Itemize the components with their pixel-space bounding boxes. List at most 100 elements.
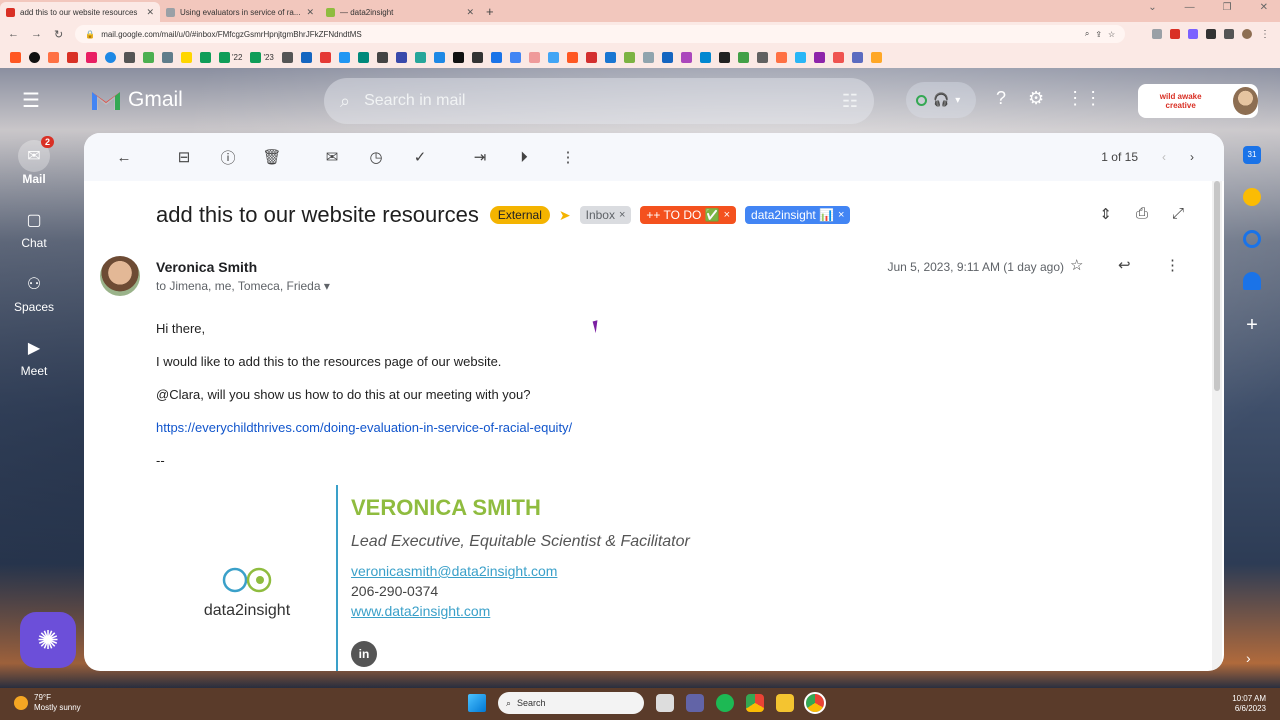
add-to-tasks-icon[interactable]: ✓	[398, 137, 442, 177]
bookmark-icon[interactable]	[29, 51, 40, 63]
star-bookmark-icon[interactable]: ☆	[1108, 30, 1115, 39]
back-to-inbox-icon[interactable]: ←	[102, 137, 146, 177]
open-new-window-icon[interactable]: ⤢	[1172, 205, 1184, 223]
bookmark-icon[interactable]	[281, 51, 293, 63]
chevron-down-icon[interactable]: ▾	[324, 279, 330, 293]
search-input[interactable]: Search in mail	[364, 92, 828, 110]
older-chevron-icon[interactable]: ›	[1190, 150, 1194, 164]
reload-icon[interactable]: ↻	[54, 28, 63, 41]
bookmark-icon[interactable]	[832, 51, 844, 63]
account-badge[interactable]: wild awake creative	[1138, 84, 1258, 118]
close-tab-icon[interactable]: ✕	[146, 7, 154, 18]
status-indicator[interactable]: 🎧 ▾	[906, 82, 976, 118]
file-explorer-icon[interactable]	[776, 694, 794, 712]
bookmark-icon[interactable]	[547, 51, 559, 63]
nav-mail[interactable]: ✉ 2 Mail	[0, 136, 68, 186]
reply-all-icon[interactable]: ↩	[1118, 256, 1131, 274]
restore-icon[interactable]: ❐	[1223, 2, 1232, 13]
mark-unread-icon[interactable]: ✉	[310, 137, 354, 177]
task-view-icon[interactable]	[656, 694, 674, 712]
bookmark-icon[interactable]	[376, 51, 388, 63]
bookmark-icon[interactable]	[623, 51, 635, 63]
data2insight-logo[interactable]: data2insight	[192, 565, 302, 620]
bookmark-icon[interactable]	[300, 51, 312, 63]
extensions-puzzle-icon[interactable]	[1206, 29, 1216, 39]
importance-marker-icon[interactable]: ➤	[559, 207, 571, 224]
browser-tab-evaluators[interactable]: Using evaluators in service of ra... ✕	[160, 2, 320, 22]
linkedin-icon[interactable]: in	[351, 641, 377, 667]
bookmark-icon[interactable]	[661, 51, 673, 63]
profile-avatar[interactable]	[1242, 29, 1252, 39]
search-bar[interactable]: ⌕ Search in mail ☷	[324, 78, 874, 124]
remove-label-icon[interactable]: ×	[838, 209, 844, 221]
minimize-icon[interactable]: —	[1185, 2, 1195, 13]
bookmark-icon[interactable]	[357, 51, 369, 63]
settings-gear-icon[interactable]: ⚙	[1028, 88, 1044, 109]
taskbar-search[interactable]: ⌕ Search	[498, 692, 644, 714]
more-vert-icon[interactable]: ⋮	[1165, 256, 1180, 274]
calendar-icon[interactable]: 31	[1243, 146, 1261, 164]
delete-icon[interactable]: 🗑	[250, 137, 294, 177]
close-tab-icon[interactable]: ✕	[306, 7, 314, 18]
more-vert-icon[interactable]: ⋮	[546, 137, 590, 177]
bookmark-icon[interactable]	[452, 51, 464, 63]
bookmark-icon[interactable]	[851, 51, 863, 63]
snooze-icon[interactable]: ◷	[354, 137, 398, 177]
spotify-icon[interactable]	[716, 694, 734, 712]
bookmark-icon[interactable]	[699, 51, 711, 63]
bookmark-icon[interactable]	[718, 51, 730, 63]
bookmark-icon[interactable]	[319, 51, 331, 63]
bookmark-icon[interactable]	[680, 51, 692, 63]
extension-icon[interactable]	[1170, 29, 1180, 39]
bookmark-icon[interactable]	[794, 51, 806, 63]
signature-website-link[interactable]: www.data2insight.com	[351, 603, 690, 619]
back-icon[interactable]: ←	[8, 28, 19, 40]
forward-icon[interactable]: →	[31, 28, 42, 40]
new-tab-button[interactable]: +	[486, 4, 494, 19]
bookmark-icon[interactable]	[162, 51, 173, 63]
account-avatar[interactable]	[1233, 87, 1258, 115]
nav-chat[interactable]: ▢ Chat	[0, 204, 68, 250]
bookmark-icon[interactable]	[200, 51, 211, 63]
bookmark-icon[interactable]	[181, 51, 192, 63]
bookmark-icon[interactable]	[338, 51, 350, 63]
help-icon[interactable]: ?	[996, 88, 1006, 109]
bookmark-icon[interactable]	[775, 51, 787, 63]
search-icon[interactable]: ⌕	[340, 91, 350, 112]
compose-button[interactable]: ✺	[20, 612, 76, 668]
bookmark-sheets-22[interactable]: '22	[219, 51, 242, 63]
bookmark-icon[interactable]	[48, 51, 59, 63]
bookmark-icon[interactable]	[143, 51, 154, 63]
gmail-logo[interactable]: Gmail	[90, 88, 183, 112]
weather-widget[interactable]: 79°F Mostly sunny	[14, 693, 81, 713]
bookmark-icon[interactable]	[471, 51, 483, 63]
resource-link[interactable]: https://everychildthrives.com/doing-eval…	[156, 420, 572, 435]
main-menu-icon[interactable]: ☰	[22, 90, 44, 112]
move-to-icon[interactable]: ⇥	[458, 137, 502, 177]
zoom-icon[interactable]: ⌕	[1085, 29, 1089, 39]
browser-tab-gmail[interactable]: add this to our website resources ✕	[0, 2, 160, 22]
browser-tab-data2insight[interactable]: — data2insight ✕	[320, 2, 480, 22]
scrollbar[interactable]	[1212, 181, 1222, 671]
tasks-icon[interactable]	[1243, 230, 1261, 248]
windows-start-icon[interactable]	[468, 694, 486, 712]
chrome-active-icon[interactable]	[804, 692, 826, 714]
close-window-icon[interactable]: ✕	[1260, 2, 1268, 13]
bookmark-icon[interactable]	[395, 51, 407, 63]
bookmark-icon[interactable]	[105, 51, 116, 63]
bookmark-sheets-23[interactable]: '23	[250, 51, 274, 63]
apps-grid-icon[interactable]: ⋮⋮	[1066, 88, 1102, 109]
expand-all-icon[interactable]: ⇕	[1099, 205, 1112, 223]
bookmark-icon[interactable]	[813, 51, 825, 63]
label-chip-inbox[interactable]: Inbox ×	[579, 206, 632, 224]
sender-avatar[interactable]	[100, 256, 140, 296]
close-tab-icon[interactable]: ✕	[466, 7, 474, 18]
add-addon-icon[interactable]: +	[1246, 314, 1258, 337]
bookmark-icon[interactable]	[490, 51, 502, 63]
bookmark-icon[interactable]	[86, 51, 97, 63]
extension-icon[interactable]	[1152, 29, 1162, 39]
label-chip-data2insight[interactable]: data2insight 📊 ×	[745, 206, 851, 224]
bookmark-icon[interactable]	[509, 51, 521, 63]
keep-icon[interactable]	[1243, 188, 1261, 206]
nav-spaces[interactable]: ⚇ Spaces	[0, 268, 68, 314]
